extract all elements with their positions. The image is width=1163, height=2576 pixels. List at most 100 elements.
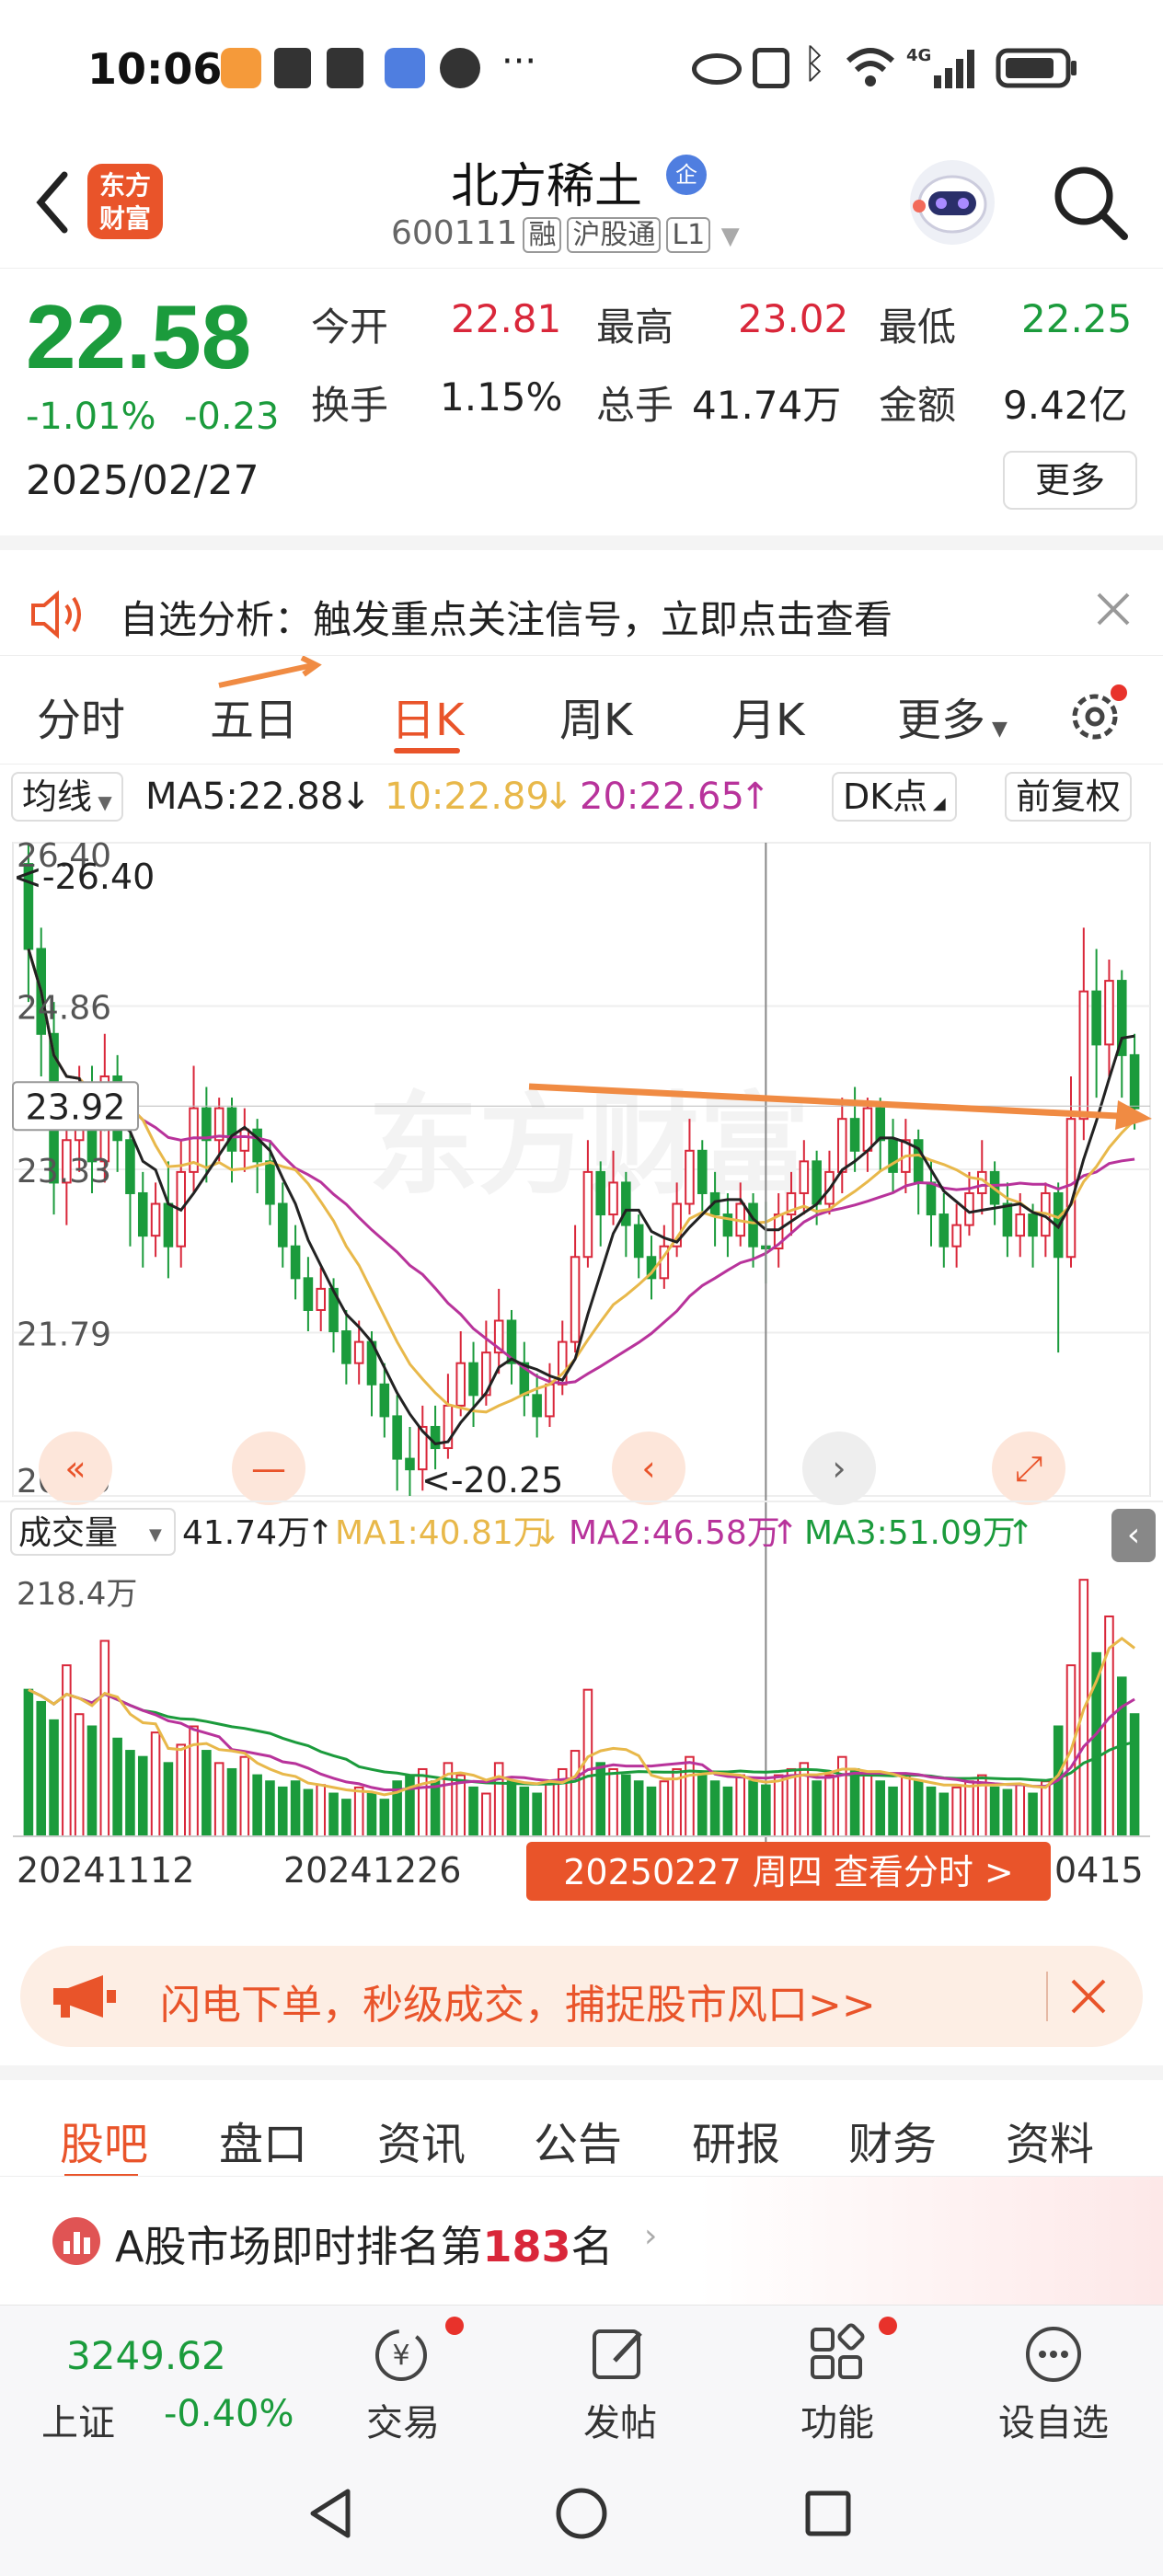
candle-body	[125, 1139, 135, 1194]
scroll-left-button[interactable]: ‹	[612, 1432, 685, 1505]
candle	[316, 1267, 327, 1332]
nav-functions[interactable]: 功能	[764, 2393, 911, 2446]
tab-monthly-k[interactable]: 月K	[731, 684, 804, 748]
collapse-panel-button[interactable]: ‹	[1111, 1509, 1156, 1562]
fullscreen-button[interactable]: ⤢	[992, 1432, 1065, 1505]
ma10-arrow-icon: ↓	[543, 776, 574, 818]
nav-trade[interactable]: 交易	[329, 2393, 477, 2446]
alert-bar[interactable]: 自选分析：触发重点关注信号，立即点击查看	[0, 535, 1163, 655]
high-label: 最高	[596, 305, 674, 350]
app-logo[interactable]: 东方 财富	[87, 164, 163, 239]
candle-body	[150, 1202, 161, 1237]
recent-apps-icon[interactable]	[800, 2486, 856, 2541]
tab-daily-k[interactable]: 日K	[391, 684, 464, 748]
promo-banner[interactable]: 闪电下单，秒级成交，捕捉股市风口>>	[20, 1946, 1143, 2047]
enterprise-badge: 企	[666, 155, 707, 195]
kline-chart[interactable]: 东方财富26.4024.8623.3321.7920.25<-26.40<-20…	[0, 834, 1163, 1901]
dk-point-button[interactable]: DK点 ◢	[832, 772, 957, 822]
tab-finance[interactable]: 财务	[848, 2108, 937, 2172]
functions-grid-icon[interactable]	[805, 2322, 869, 2386]
volume-bar	[849, 1767, 860, 1838]
date-axis-label: 20241226	[283, 1850, 461, 1891]
back-triangle-icon[interactable]	[304, 2486, 359, 2541]
current-price: 22.58	[26, 286, 252, 387]
index-name[interactable]: 上证	[41, 2393, 115, 2446]
low-value: 22.25	[1021, 296, 1133, 341]
volume-selector-label: 成交量	[18, 1514, 118, 1552]
candle-body	[265, 1160, 275, 1205]
more-quote-button[interactable]: 更多	[1003, 451, 1137, 510]
index-change[interactable]: -0.40%	[164, 2393, 294, 2435]
close-icon[interactable]	[1069, 1977, 1108, 2016]
candle-body	[633, 1224, 644, 1259]
volume-ma3-arrow-icon: ↑	[1007, 1514, 1034, 1552]
scroll-left-fast-button[interactable]: «	[39, 1432, 112, 1505]
nav-add-watchlist[interactable]: 设自选	[980, 2393, 1127, 2446]
volume-bar	[888, 1786, 898, 1838]
back-icon[interactable]	[28, 166, 83, 239]
price-axis-label: 23.33	[17, 1153, 111, 1190]
speaker-icon	[31, 590, 81, 639]
amount-value: 9.42亿	[1003, 383, 1128, 428]
tab-forum[interactable]: 股吧	[60, 2108, 148, 2172]
candle-body	[938, 1213, 950, 1248]
zoom-out-button[interactable]: —	[232, 1432, 305, 1505]
volume-selector[interactable]: 成交量 ▼	[10, 1508, 176, 1556]
settings-gear-icon[interactable]	[1065, 682, 1130, 746]
tab-orderbook[interactable]: 盘口	[219, 2108, 307, 2172]
view-intraday-tooltip[interactable]: 20250227 周四 查看分时 >	[526, 1842, 1051, 1901]
nav-post[interactable]: 发帖	[547, 2393, 694, 2446]
post-icon[interactable]	[587, 2322, 651, 2386]
tab-news[interactable]: 资讯	[377, 2108, 466, 2172]
candle-body	[303, 1277, 314, 1311]
logo-text-bottom: 财富	[98, 203, 151, 234]
volume-bar	[938, 1792, 950, 1837]
tab-weekly-k[interactable]: 周K	[559, 684, 632, 748]
candle-body	[277, 1202, 288, 1248]
tab-announcements[interactable]: 公告	[534, 2108, 622, 2172]
tab-five-day[interactable]: 五日	[210, 684, 298, 748]
bluetooth-icon: ᛒ	[802, 40, 827, 87]
volume-bar	[926, 1786, 937, 1838]
volume-label: 总手	[596, 383, 674, 428]
ma-selector[interactable]: 均线 ▼	[11, 772, 123, 822]
candle	[1091, 949, 1101, 1098]
candle	[176, 1140, 187, 1268]
ma20-value: 20:22.65	[580, 776, 744, 818]
more-options-icon[interactable]	[1021, 2322, 1086, 2386]
corner-caret-icon: ◢	[927, 794, 946, 813]
home-circle-icon[interactable]	[554, 2486, 609, 2541]
scroll-right-button[interactable]: ›	[802, 1432, 876, 1505]
candle-body	[316, 1287, 327, 1311]
adjust-button[interactable]: 前复权	[1005, 772, 1133, 822]
ma5-value: MA5:22.88	[145, 776, 344, 818]
close-icon[interactable]	[1095, 591, 1132, 627]
tab-intraday[interactable]: 分时	[37, 684, 125, 748]
volume-bar	[735, 1774, 746, 1837]
search-icon[interactable]	[1049, 161, 1132, 244]
volume-bar	[1015, 1784, 1026, 1837]
promo-text: 闪电下单，秒级成交，捕捉股市风口>>	[160, 1982, 876, 2029]
candle-body	[379, 1383, 390, 1418]
volume-bar	[468, 1786, 478, 1838]
chevron-down-icon[interactable]: ▼	[721, 223, 740, 250]
tab-more-label: 更多	[897, 695, 986, 746]
trade-icon[interactable]: ¥	[370, 2322, 434, 2386]
candle	[888, 1119, 898, 1193]
volume-bar	[951, 1786, 961, 1838]
wifi-icon	[846, 48, 895, 86]
tab-profile[interactable]: 资料	[1006, 2108, 1094, 2172]
volume-bar	[608, 1767, 618, 1838]
index-value[interactable]: 3249.62	[66, 2333, 226, 2378]
volume-bar	[1116, 1676, 1127, 1838]
tab-research[interactable]: 研报	[692, 2108, 780, 2172]
divider	[1046, 1972, 1048, 2021]
open-value: 22.81	[451, 296, 562, 341]
ma20-arrow-icon: ↑	[740, 776, 771, 818]
notification-dot	[445, 2317, 464, 2335]
volume-bar	[455, 1774, 466, 1837]
market-rank-row[interactable]: A股市场即时排名第183名 ›	[0, 2176, 1163, 2305]
kline-svg[interactable]: 东方财富26.4024.8623.3321.7920.25<-26.40<-20…	[0, 834, 1163, 1901]
robot-assistant-icon[interactable]	[906, 156, 998, 248]
tab-more[interactable]: 更多 ▼	[897, 684, 1008, 748]
